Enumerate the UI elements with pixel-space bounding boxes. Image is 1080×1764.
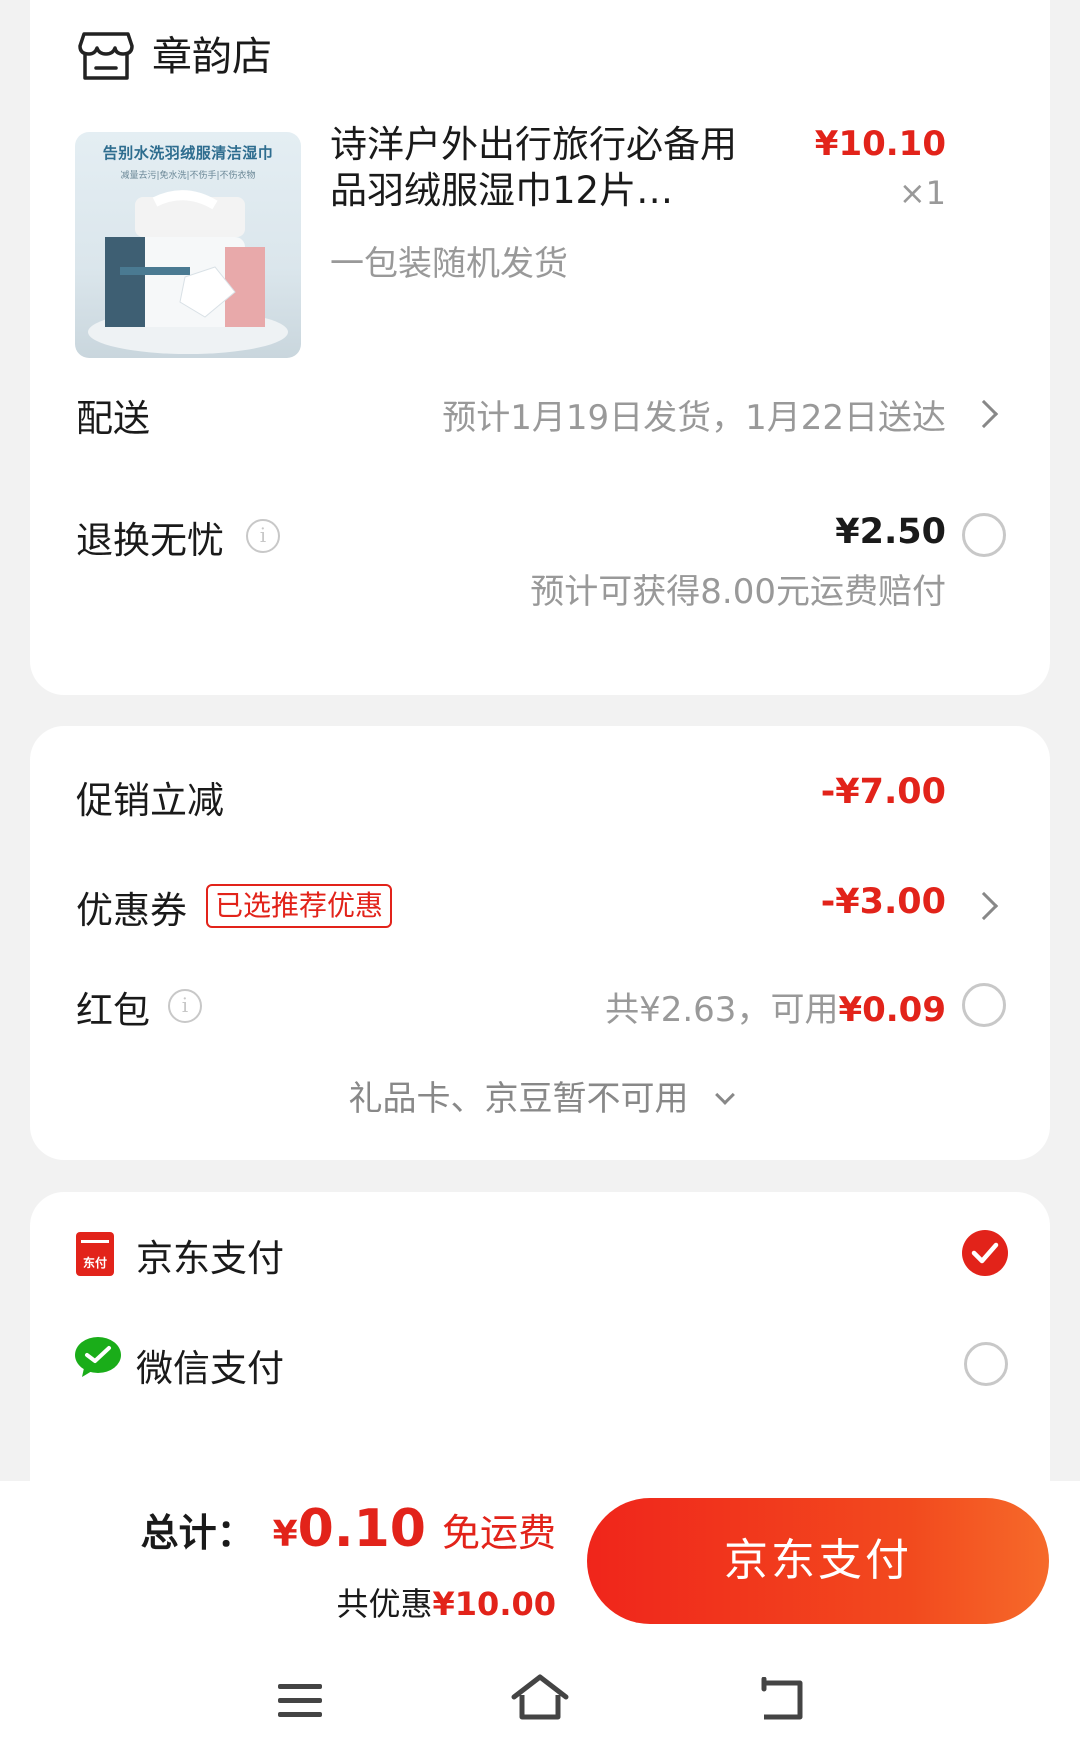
- discount-label: 共优惠: [336, 1585, 433, 1623]
- payment-option-wechat[interactable]: 微信支付: [30, 1302, 1050, 1412]
- promo-value: -¥7.00: [820, 772, 946, 812]
- giftcard-expander[interactable]: 礼品卡、京豆暂不可用: [30, 1071, 1050, 1120]
- delivery-estimate[interactable]: 预计1月19日发货，1月22日送达: [442, 390, 946, 439]
- redpack-values: 共¥2.63，可用¥0.09: [605, 982, 946, 1031]
- redpack-info-icon[interactable]: i: [168, 989, 202, 1023]
- total-amount: 0.10: [297, 1499, 426, 1559]
- coupon-label: 优惠券: [76, 889, 187, 932]
- return-service-label: 退换无忧: [76, 519, 224, 562]
- jdpay-icon: 东付: [76, 1232, 114, 1276]
- giftcard-text: 礼品卡、京豆暂不可用: [348, 1079, 689, 1119]
- discount-line: 共优惠¥10.00: [337, 1579, 557, 1625]
- menu-icon[interactable]: [276, 1681, 324, 1721]
- wechat-icon: [75, 1337, 121, 1377]
- return-info-icon[interactable]: i: [246, 519, 280, 553]
- return-service-note: 预计可获得8.00元运费赔付: [530, 572, 946, 612]
- payment-name: 微信支付: [136, 1347, 284, 1390]
- product-image-banner: 告别水洗羽绒服清洁湿巾: [102, 144, 274, 162]
- total-label: 总计：: [140, 1511, 255, 1555]
- shop-name[interactable]: 章韵店: [152, 30, 272, 84]
- product-package-illustration: [88, 190, 288, 354]
- free-shipping-label: 免运费: [441, 1511, 556, 1555]
- product-image[interactable]: 告别水洗羽绒服清洁湿巾 减量去污|免水洗|不伤手|不伤衣物: [75, 132, 301, 358]
- store-icon: [78, 32, 134, 80]
- delivery-chevron-icon[interactable]: [969, 399, 999, 429]
- product-quantity: ×1: [898, 174, 946, 212]
- total-currency: ¥: [272, 1514, 298, 1555]
- coupon-value[interactable]: -¥3.00: [821, 882, 946, 922]
- coupon-chevron-icon[interactable]: [969, 891, 999, 921]
- product-image-subtext: 减量去污|免水洗|不伤手|不伤衣物: [120, 171, 256, 181]
- product-spec: 一包装随机发货: [330, 244, 568, 284]
- coupon-selected-tag: 已选推荐优惠: [206, 884, 393, 928]
- delivery-label: 配送: [76, 397, 150, 440]
- redpack-total: 共¥2.63，可用: [605, 990, 839, 1030]
- discount-card: 促销立减 -¥7.00 优惠券 已选推荐优惠 -¥3.00 红包 i 共¥2.6…: [30, 726, 1050, 1160]
- return-service-radio[interactable]: [962, 513, 1006, 557]
- pay-button[interactable]: 京东支付: [587, 1498, 1049, 1624]
- product-price: ¥10.10: [814, 124, 946, 164]
- jdpay-checkmark-icon[interactable]: [962, 1230, 1008, 1276]
- promo-label: 促销立减: [76, 779, 224, 822]
- payment-name: 京东支付: [136, 1237, 284, 1280]
- order-card: 章韵店 告别水洗羽绒服清洁湿巾 减量去污|免水洗|不伤手|不伤衣物 诗洋户外出行…: [30, 0, 1050, 695]
- redpack-label: 红包: [76, 989, 150, 1032]
- product-title[interactable]: 诗洋户外出行旅行必备用品羽绒服湿巾12片…: [330, 122, 770, 214]
- redpack-usable: ¥0.09: [838, 990, 946, 1030]
- back-icon[interactable]: [756, 1677, 806, 1723]
- system-nav-bar: [0, 1643, 1080, 1764]
- payment-option-jdpay[interactable]: 东付 京东支付: [30, 1192, 1050, 1302]
- chevron-down-icon: [714, 1085, 735, 1105]
- home-icon[interactable]: [510, 1673, 570, 1723]
- total-line: 总计： ¥0.10 免运费: [141, 1499, 556, 1559]
- redpack-radio[interactable]: [962, 983, 1006, 1027]
- checkout-bar: 总计： ¥0.10 免运费 共优惠¥10.00 京东支付: [0, 1481, 1080, 1643]
- discount-amount: ¥10.00: [432, 1585, 556, 1623]
- wechat-radio[interactable]: [964, 1342, 1008, 1386]
- return-service-price: ¥2.50: [835, 512, 946, 552]
